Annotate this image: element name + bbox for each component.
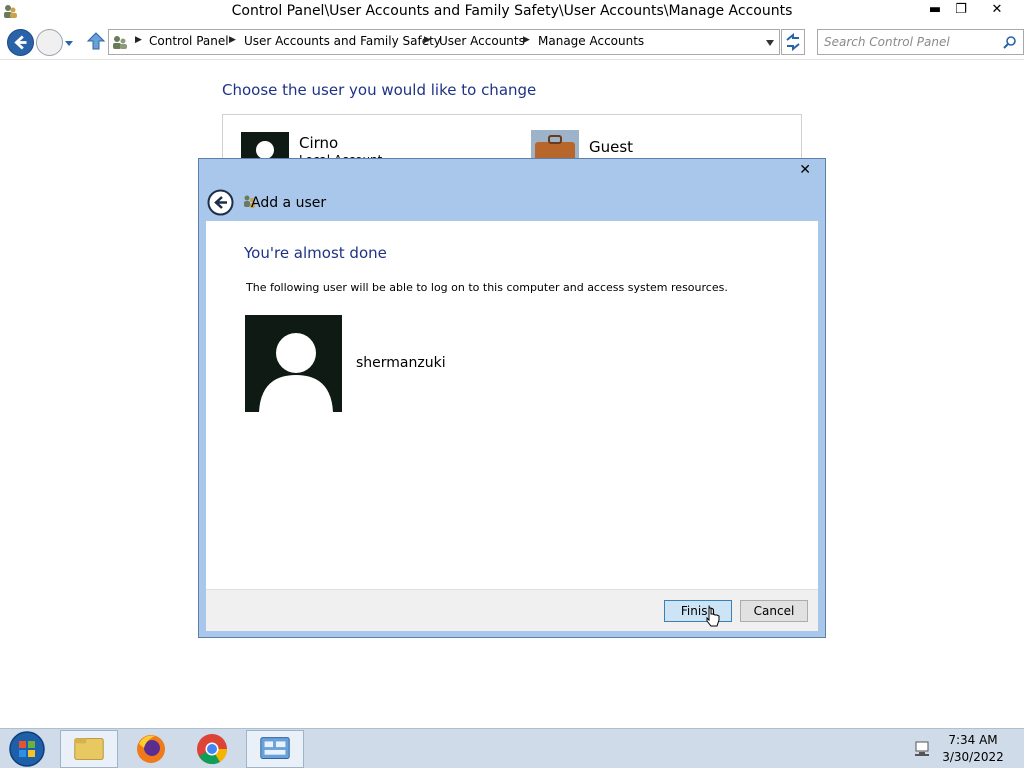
add-user-dialog: ✕ Add a user You're almost done The foll… [198,158,826,638]
start-button[interactable] [0,730,54,768]
back-arrow-icon [14,35,27,50]
search-box[interactable] [817,29,1024,55]
new-user-name: shermanzuki [356,355,446,371]
network-tray-icon[interactable] [912,739,932,759]
taskbar: 7:34 AM 3/30/2022 [0,728,1024,768]
breadcrumb-user-accounts[interactable]: User Accounts [439,34,525,48]
finish-button[interactable]: Finish [664,600,732,622]
up-arrow-icon[interactable] [86,31,106,51]
address-dropdown-icon[interactable] [765,39,775,47]
windows-orb-icon [9,731,45,767]
breadcrumb-chevron-icon[interactable]: ▶ [523,35,530,45]
refresh-button[interactable] [781,29,805,55]
dialog-footer: Finish Cancel [206,589,818,631]
address-bar[interactable]: ▶ Control Panel ▶ User Accounts and Fami… [108,29,780,55]
title-bar: Control Panel\User Accounts and Family S… [0,0,1024,24]
taskbar-file-explorer[interactable] [60,730,118,768]
window-title: Control Panel\User Accounts and Family S… [231,3,793,19]
taskbar-control-panel[interactable] [246,730,304,768]
recent-pages-icon[interactable] [64,38,74,48]
breadcrumb-manage-accounts[interactable]: Manage Accounts [538,34,644,48]
dialog-content: You're almost done The following user wi… [206,221,818,589]
refresh-icon [786,32,800,52]
search-icon[interactable] [1003,35,1017,49]
cancel-button[interactable]: Cancel [740,600,808,622]
breadcrumb-chevron-icon[interactable]: ▶ [229,35,236,45]
chrome-icon [197,734,228,765]
dialog-title: Add a user [251,195,327,211]
dialog-close-button[interactable]: ✕ [799,162,811,178]
dialog-description: The following user will be able to log o… [246,281,728,294]
control-panel-icon [260,737,290,759]
navigation-bar: ▶ Control Panel ▶ User Accounts and Fami… [0,24,1024,60]
breadcrumb-user-accounts-family-safety[interactable]: User Accounts and Family Safety [244,34,441,48]
search-input[interactable] [824,33,994,51]
forward-button[interactable] [36,29,63,56]
breadcrumb-chevron-icon[interactable]: ▶ [135,35,142,45]
breadcrumb-control-panel[interactable]: Control Panel [149,34,229,48]
minimize-button[interactable]: ▬ [924,2,946,20]
firefox-icon [137,735,165,763]
folder-icon [74,738,104,760]
account-name: Guest [589,138,634,156]
page-heading: Choose the user you would like to change [222,81,537,99]
mouse-cursor-icon [706,607,720,627]
control-panel-icon [113,36,127,49]
dialog-back-button[interactable] [207,189,234,216]
clock-date[interactable]: 3/30/2022 [940,750,1006,764]
breadcrumb-chevron-icon[interactable]: ▶ [424,35,431,45]
clock-time[interactable]: 7:34 AM [940,733,1006,747]
maximize-button[interactable]: ❐ [950,2,972,20]
account-name: Cirno [299,134,339,152]
back-button[interactable] [7,29,34,56]
taskbar-chrome[interactable] [183,730,241,768]
new-user-avatar-icon [245,315,342,412]
close-button[interactable]: ✕ [986,2,1008,20]
taskbar-firefox[interactable] [122,730,180,768]
dialog-heading: You're almost done [244,244,387,262]
